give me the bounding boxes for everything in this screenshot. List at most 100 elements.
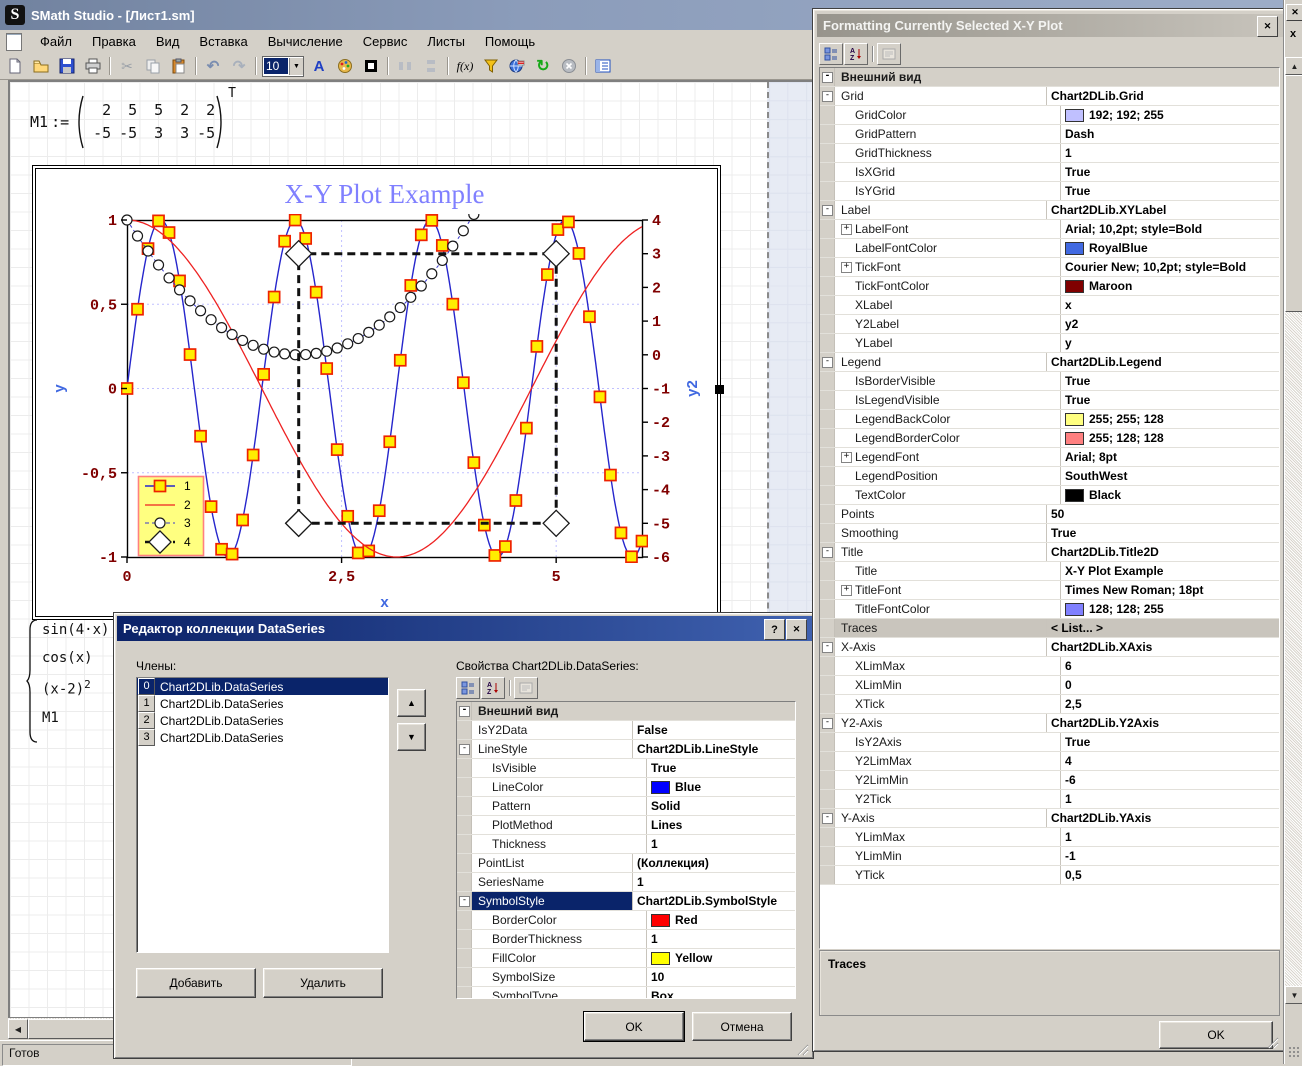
property-row[interactable]: -TitleChart2DLib.Title2D <box>820 543 1279 562</box>
redo-button[interactable]: ↷ <box>227 55 251 77</box>
panel-resize-grip[interactable] <box>1265 1035 1279 1049</box>
collapse-icon[interactable]: - <box>822 357 833 368</box>
property-row[interactable]: XLabelx <box>820 296 1279 315</box>
property-row[interactable]: PlotMethodLines <box>457 816 795 835</box>
property-category-row[interactable]: -Внешний вид <box>820 68 1279 87</box>
property-row[interactable]: +TickFontCourier New; 10,2pt; style=Bold <box>820 258 1279 277</box>
property-row[interactable]: +LegendFontArial; 8pt <box>820 448 1279 467</box>
dialog-close-button[interactable]: ✕ <box>786 619 807 640</box>
dialog-resize-grip[interactable] <box>795 1042 809 1056</box>
property-row[interactable]: -GridChart2DLib.Grid <box>820 87 1279 106</box>
property-row[interactable]: SymbolTypeBox <box>457 987 795 999</box>
copy-button[interactable] <box>141 55 165 77</box>
property-row[interactable]: SeriesName1 <box>457 873 795 892</box>
menu-вставка[interactable]: Вставка <box>189 31 257 52</box>
collapse-icon[interactable]: - <box>459 896 470 907</box>
property-row[interactable]: PointList(Коллекция) <box>457 854 795 873</box>
categorized-view-icon[interactable] <box>456 677 480 699</box>
property-row[interactable]: IsY2DataFalse <box>457 721 795 740</box>
property-row[interactable]: YLimMax1 <box>820 828 1279 847</box>
property-row[interactable]: -LabelChart2DLib.XYLabel <box>820 201 1279 220</box>
property-row[interactable]: IsLegendVisibleTrue <box>820 391 1279 410</box>
expand-icon[interactable]: + <box>841 452 852 463</box>
expand-icon[interactable]: + <box>841 585 852 596</box>
property-row[interactable]: BorderColorRed <box>457 911 795 930</box>
scroll-down-button[interactable]: ▼ <box>1285 986 1302 1004</box>
alphabetical-sort-icon[interactable]: AZ <box>481 677 505 699</box>
menu-сервис[interactable]: Сервис <box>353 31 418 52</box>
property-row[interactable]: +TitleFontTimes New Roman; 18pt <box>820 581 1279 600</box>
property-row[interactable]: LegendBorderColor255; 128; 128 <box>820 429 1279 448</box>
collapse-icon[interactable]: - <box>822 547 833 558</box>
property-row[interactable]: TextColorBlack <box>820 486 1279 505</box>
dataseries-list-item[interactable]: 2Chart2DLib.DataSeries <box>137 712 388 729</box>
new-button[interactable] <box>3 55 27 77</box>
menu-правка[interactable]: Правка <box>82 31 146 52</box>
vertical-scrollbar-thumb[interactable] <box>1285 75 1302 312</box>
properties-button[interactable] <box>591 55 615 77</box>
document-icon[interactable] <box>6 33 22 51</box>
panel-titlebar[interactable]: Formatting Currently Selected X-Y Plot ✕ <box>817 14 1286 37</box>
property-row[interactable]: LegendPositionSouthWest <box>820 467 1279 486</box>
function-button[interactable]: f(x) <box>453 55 477 77</box>
dialog-cancel-button[interactable]: Отмена <box>692 1012 792 1041</box>
font-color-button[interactable]: A <box>307 55 331 77</box>
property-row[interactable]: XLimMin0 <box>820 676 1279 695</box>
font-size-combo[interactable]: 10 ▼ <box>262 56 304 77</box>
font-size-dropdown[interactable]: ▼ <box>289 58 303 75</box>
property-row[interactable]: -X-AxisChart2DLib.XAxis <box>820 638 1279 657</box>
property-row[interactable]: Y2LimMin-6 <box>820 771 1279 790</box>
side-panel-collapse-icon[interactable]: x <box>1290 28 1296 40</box>
dataseries-list-item[interactable]: 1Chart2DLib.DataSeries <box>137 695 388 712</box>
add-button[interactable]: Добавить <box>136 968 256 998</box>
property-row[interactable]: -LegendChart2DLib.Legend <box>820 353 1279 372</box>
property-row[interactable]: +LabelFontArial; 10,2pt; style=Bold <box>820 220 1279 239</box>
dialog-property-grid[interactable]: -Внешний видIsY2DataFalse-LineStyleChart… <box>456 701 796 999</box>
collapse-icon[interactable]: - <box>459 706 470 717</box>
menu-помощь[interactable]: Помощь <box>475 31 545 52</box>
property-row[interactable]: IsYGridTrue <box>820 182 1279 201</box>
expression-row[interactable]: cos(x) <box>42 650 93 666</box>
property-category-row[interactable]: -Внешний вид <box>457 702 795 721</box>
expand-icon[interactable]: + <box>841 224 852 235</box>
expression-row[interactable]: (x-2)2 <box>42 678 91 698</box>
property-row[interactable]: LineColorBlue <box>457 778 795 797</box>
property-row[interactable]: Y2LimMax4 <box>820 752 1279 771</box>
panel-property-grid[interactable]: -Внешний вид-GridChart2DLib.GridGridColo… <box>819 67 1280 949</box>
property-row[interactable]: -LineStyleChart2DLib.LineStyle <box>457 740 795 759</box>
property-row[interactable]: YTick0,5 <box>820 866 1279 885</box>
property-row[interactable]: FillColorYellow <box>457 949 795 968</box>
remove-button[interactable]: Удалить <box>263 968 383 998</box>
property-row[interactable]: LegendBackColor255; 255; 128 <box>820 410 1279 429</box>
categorized-view-icon[interactable] <box>819 43 843 65</box>
scroll-up-button[interactable]: ▲ <box>1285 57 1302 75</box>
dialog-ok-button[interactable]: OK <box>584 1012 684 1041</box>
corner-resize-grip[interactable] <box>1288 1046 1300 1058</box>
language-button[interactable] <box>505 55 529 77</box>
recalculate-button[interactable]: ↻ <box>531 55 555 77</box>
plot-resize-handle[interactable] <box>715 385 724 394</box>
move-down-button[interactable]: ▼ <box>397 723 426 751</box>
collapse-icon[interactable]: - <box>822 72 833 83</box>
expression-row[interactable]: M1 <box>42 710 59 726</box>
menu-вычисление[interactable]: Вычисление <box>258 31 353 52</box>
property-row[interactable]: PatternSolid <box>457 797 795 816</box>
horizontal-spacing-button[interactable] <box>393 55 417 77</box>
dialog-help-button[interactable]: ? <box>764 619 785 640</box>
property-row[interactable]: SmoothingTrue <box>820 524 1279 543</box>
property-row[interactable]: TickFontColorMaroon <box>820 277 1279 296</box>
filter-button[interactable] <box>479 55 503 77</box>
panel-close-button[interactable]: ✕ <box>1257 16 1278 37</box>
property-row[interactable]: TitleFontColor128; 128; 255 <box>820 600 1279 619</box>
collapse-icon[interactable]: - <box>822 642 833 653</box>
property-row[interactable]: XLimMax6 <box>820 657 1279 676</box>
property-row[interactable]: TitleX-Y Plot Example <box>820 562 1279 581</box>
collapse-icon[interactable]: - <box>459 744 470 755</box>
stop-button[interactable] <box>557 55 581 77</box>
expand-icon[interactable]: + <box>841 262 852 273</box>
property-row[interactable]: SymbolSize10 <box>457 968 795 987</box>
dataseries-list-item[interactable]: 0Chart2DLib.DataSeries <box>137 678 388 695</box>
property-row[interactable]: GridColor192; 192; 255 <box>820 106 1279 125</box>
menu-вид[interactable]: Вид <box>146 31 190 52</box>
open-button[interactable] <box>29 55 53 77</box>
